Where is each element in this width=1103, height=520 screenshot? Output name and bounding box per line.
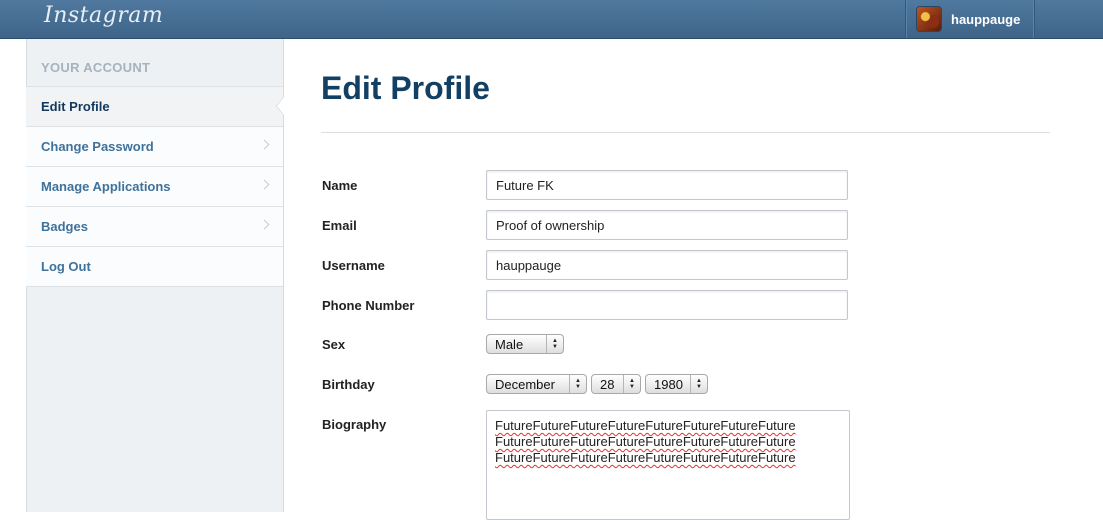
chevron-right-icon xyxy=(259,179,270,190)
phone-number-label: Phone Number xyxy=(322,298,415,313)
biography-textarea[interactable]: FutureFutureFutureFutureFutureFutureFutu… xyxy=(486,410,850,520)
name-label: Name xyxy=(322,178,358,193)
sidebar-menu: Edit Profile Change Password Manage Appl… xyxy=(26,86,284,287)
sidebar-item-badges[interactable]: Badges xyxy=(26,206,283,246)
sex-select-value: Male xyxy=(495,336,524,352)
avatar[interactable] xyxy=(917,7,941,31)
select-arrows-icon: ▲ ▼ xyxy=(623,375,640,393)
sex-select[interactable]: Male ▲ ▼ xyxy=(486,334,564,354)
sidebar-heading: YOUR ACCOUNT xyxy=(41,60,151,75)
select-arrows-icon: ▲ ▼ xyxy=(546,335,563,353)
header-username[interactable]: hauppauge xyxy=(951,12,1020,27)
sidebar-item-label: Edit Profile xyxy=(41,99,110,114)
top-navigation-bar: Instagram hauppauge xyxy=(0,0,1103,39)
chevron-right-icon xyxy=(259,219,270,230)
birthday-day-value: 28 xyxy=(600,376,615,392)
birthday-year-value: 1980 xyxy=(654,376,683,392)
email-field[interactable] xyxy=(486,210,848,240)
birthday-year-select[interactable]: 1980 ▲ ▼ xyxy=(645,374,708,394)
username-label: Username xyxy=(322,258,385,273)
phone-number-field[interactable] xyxy=(486,290,848,320)
birthday-label: Birthday xyxy=(322,377,375,392)
sex-label: Sex xyxy=(322,337,346,352)
instagram-logo[interactable]: Instagram xyxy=(44,3,163,28)
sidebar-item-log-out[interactable]: Log Out xyxy=(26,246,283,287)
sidebar-item-label: Manage Applications xyxy=(41,179,171,194)
sidebar-item-change-password[interactable]: Change Password xyxy=(26,126,283,166)
title-divider xyxy=(321,132,1050,133)
username-field[interactable] xyxy=(486,250,848,280)
birthday-month-select[interactable]: December ▲ ▼ xyxy=(486,374,587,394)
user-menu[interactable]: hauppauge xyxy=(905,0,1035,38)
select-arrows-icon: ▲ ▼ xyxy=(569,375,586,393)
biography-label: Biography xyxy=(322,417,387,432)
sidebar-item-label: Log Out xyxy=(41,259,91,274)
page-title: Edit Profile xyxy=(321,70,490,106)
sidebar-item-edit-profile[interactable]: Edit Profile xyxy=(26,86,284,126)
biography-line: FutureFutureFutureFutureFutureFutureFutu… xyxy=(495,418,796,433)
biography-line: FutureFutureFutureFutureFutureFutureFutu… xyxy=(495,434,796,449)
email-label: Email xyxy=(322,218,357,233)
biography-line: FutureFutureFutureFutureFutureFutureFutu… xyxy=(495,450,796,465)
name-field[interactable] xyxy=(486,170,848,200)
active-indicator-icon xyxy=(276,96,284,116)
select-arrows-icon: ▲ ▼ xyxy=(690,375,707,393)
birthday-month-value: December xyxy=(495,376,555,392)
sidebar-item-label: Badges xyxy=(41,219,88,234)
sidebar-item-label: Change Password xyxy=(41,139,154,154)
sidebar-item-manage-applications[interactable]: Manage Applications xyxy=(26,166,283,206)
chevron-right-icon xyxy=(259,139,270,150)
birthday-day-select[interactable]: 28 ▲ ▼ xyxy=(591,374,641,394)
